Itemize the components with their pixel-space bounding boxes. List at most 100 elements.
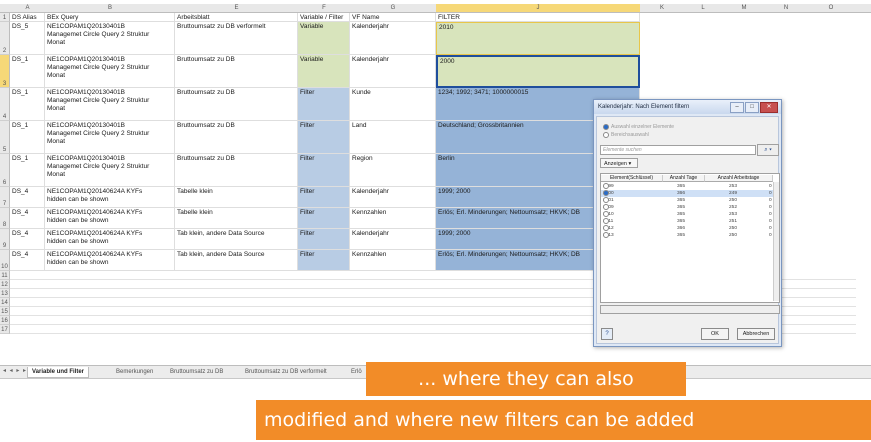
row-header[interactable]: 4: [0, 88, 10, 121]
col-header-e[interactable]: E: [175, 4, 299, 13]
cell-type[interactable]: Filter: [298, 121, 350, 154]
element-row[interactable]: 20113652510: [601, 218, 777, 225]
cell-type[interactable]: Variable: [298, 22, 350, 55]
cell-ds[interactable]: DS_1: [10, 88, 45, 121]
row-header[interactable]: 5: [0, 121, 10, 154]
row-header[interactable]: 15: [0, 307, 10, 316]
element-row[interactable]: 20013652500: [601, 197, 777, 204]
cell-sheet[interactable]: Tabelle klein: [175, 187, 298, 208]
cell-query[interactable]: NE1COPAM1Q20130401B Managemet Circle Que…: [45, 22, 175, 55]
element-row[interactable]: 20093652520: [601, 204, 777, 211]
cell-sheet[interactable]: Tab klein, andere Data Source: [175, 229, 298, 250]
col-header-element[interactable]: Element(Schlüssel): [601, 175, 663, 182]
header-cell-ds-alias[interactable]: DS Alias: [10, 13, 45, 22]
tab-bruttoumsatz-zu-db-verformelt[interactable]: Bruttoumsatz zu DB verformelt: [241, 367, 331, 377]
cell-query[interactable]: NE1COPAM1Q20130401B Managemet Circle Que…: [45, 121, 175, 154]
close-icon[interactable]: ✕: [760, 102, 778, 113]
cell-query[interactable]: NE1COPAM1Q20130401B Managemet Circle Que…: [45, 88, 175, 121]
cell-ds[interactable]: DS_4: [10, 250, 45, 271]
cell-type[interactable]: Filter: [298, 229, 350, 250]
cell-ds[interactable]: DS_4: [10, 187, 45, 208]
col-header-n[interactable]: N: [766, 4, 807, 13]
row-header[interactable]: 11: [0, 271, 10, 280]
cell-filter[interactable]: 2000: [436, 55, 640, 88]
cancel-button[interactable]: Abbrechen: [737, 328, 775, 340]
cell-name[interactable]: Kennzahlen: [350, 208, 436, 229]
col-header-days[interactable]: Anzahl Tage: [663, 175, 705, 182]
header-cell-vf-name[interactable]: VF Name: [350, 13, 436, 22]
col-header-f[interactable]: F: [298, 4, 351, 13]
radio-icon[interactable]: [603, 190, 609, 196]
cell-ds[interactable]: DS_5: [10, 22, 45, 55]
radio-icon[interactable]: [603, 218, 609, 224]
element-row[interactable]: 20103652530: [601, 211, 777, 218]
vertical-scrollbar[interactable]: [773, 182, 779, 301]
row-header[interactable]: 9: [0, 229, 10, 250]
row-header[interactable]: 1: [0, 13, 10, 22]
col-header-b[interactable]: B: [45, 4, 176, 13]
row-header[interactable]: 8: [0, 208, 10, 229]
help-icon[interactable]: ?: [601, 328, 613, 340]
cell-type[interactable]: Filter: [298, 154, 350, 187]
radio-icon[interactable]: [603, 211, 609, 217]
search-button[interactable]: ⌕ ▾: [757, 144, 779, 156]
cell-name[interactable]: Kalenderjahr: [350, 55, 436, 88]
element-row[interactable]: 19993652530: [601, 183, 777, 190]
row-header[interactable]: 17: [0, 325, 10, 334]
cell-name[interactable]: Kalenderjahr: [350, 229, 436, 250]
option-single-elements[interactable]: Auswahl einzelner Elemente: [597, 123, 778, 131]
col-header-m[interactable]: M: [722, 4, 767, 13]
row-header[interactable]: 7: [0, 187, 10, 208]
row-header[interactable]: 2: [0, 22, 10, 55]
maximize-icon[interactable]: □: [745, 102, 759, 113]
radio-icon[interactable]: [603, 183, 609, 189]
cell-name[interactable]: Kalenderjahr: [350, 22, 436, 55]
cell-name[interactable]: Kunde: [350, 88, 436, 121]
tab-variable-und-filter[interactable]: Variable und Filter: [27, 367, 90, 378]
cell-name[interactable]: Region: [350, 154, 436, 187]
cell-type[interactable]: Filter: [298, 250, 350, 271]
tab-nav-arrows[interactable]: ◂ ◂ ▸ ▸: [3, 367, 27, 374]
element-row[interactable]: 20003662490: [601, 190, 777, 197]
cell-sheet[interactable]: Bruttoumsatz zu DB: [175, 55, 298, 88]
row-header[interactable]: 14: [0, 298, 10, 307]
cell-query[interactable]: NE1COPAM1Q20140624A KYFs hidden can be s…: [45, 250, 175, 271]
cell-type[interactable]: Variable: [298, 55, 350, 88]
cell-sheet[interactable]: Bruttoumsatz zu DB: [175, 154, 298, 187]
col-header-g[interactable]: G: [350, 4, 437, 13]
header-cell-variable-filter[interactable]: Variable / Filter: [298, 13, 350, 22]
cell-name[interactable]: Kalenderjahr: [350, 187, 436, 208]
cell-name[interactable]: Land: [350, 121, 436, 154]
cell-name[interactable]: Kennzahlen: [350, 250, 436, 271]
cell-query[interactable]: NE1COPAM1Q20140624A KYFs hidden can be s…: [45, 229, 175, 250]
show-dropdown[interactable]: Anzeigen ▾: [600, 158, 638, 168]
ok-button[interactable]: OK: [701, 328, 729, 340]
col-header-workdays[interactable]: Anzahl Arbeitstage: [705, 175, 773, 182]
horizontal-scrollbar[interactable]: [600, 305, 780, 314]
tab-bruttoumsatz-zu-db[interactable]: Bruttoumsatz zu DB: [166, 367, 227, 377]
radio-icon[interactable]: [603, 232, 609, 238]
cell-type[interactable]: Filter: [298, 88, 350, 121]
cell-query[interactable]: NE1COPAM1Q20140624A KYFs hidden can be s…: [45, 187, 175, 208]
header-cell-filter[interactable]: FILTER: [436, 13, 640, 22]
radio-icon[interactable]: [603, 204, 609, 210]
cell-query[interactable]: NE1COPAM1Q20130401B Managemet Circle Que…: [45, 154, 175, 187]
element-row[interactable]: 20133652500: [601, 232, 777, 239]
element-row[interactable]: 20123662500: [601, 225, 777, 232]
cell-ds[interactable]: DS_1: [10, 154, 45, 187]
col-header-a[interactable]: A: [10, 4, 46, 13]
col-header-o[interactable]: O: [806, 4, 857, 13]
element-search-input[interactable]: Elemente suchen: [600, 145, 756, 155]
radio-icon[interactable]: [603, 197, 609, 203]
option-range[interactable]: Bereichsauswahl: [597, 131, 778, 139]
cell-query[interactable]: NE1COPAM1Q20130401B Managemet Circle Que…: [45, 55, 175, 88]
cell-filter[interactable]: 2010: [436, 22, 640, 55]
col-header-j[interactable]: J: [436, 4, 641, 13]
cell-sheet[interactable]: Bruttoumsatz zu DB verformelt: [175, 22, 298, 55]
cell-ds[interactable]: DS_4: [10, 208, 45, 229]
row-header[interactable]: 10: [0, 250, 10, 271]
tab-bemerkungen[interactable]: Bemerkungen: [112, 367, 157, 377]
col-header-k[interactable]: K: [640, 4, 685, 13]
cell-ds[interactable]: DS_4: [10, 229, 45, 250]
cell-query[interactable]: NE1COPAM1Q20140624A KYFs hidden can be s…: [45, 208, 175, 229]
